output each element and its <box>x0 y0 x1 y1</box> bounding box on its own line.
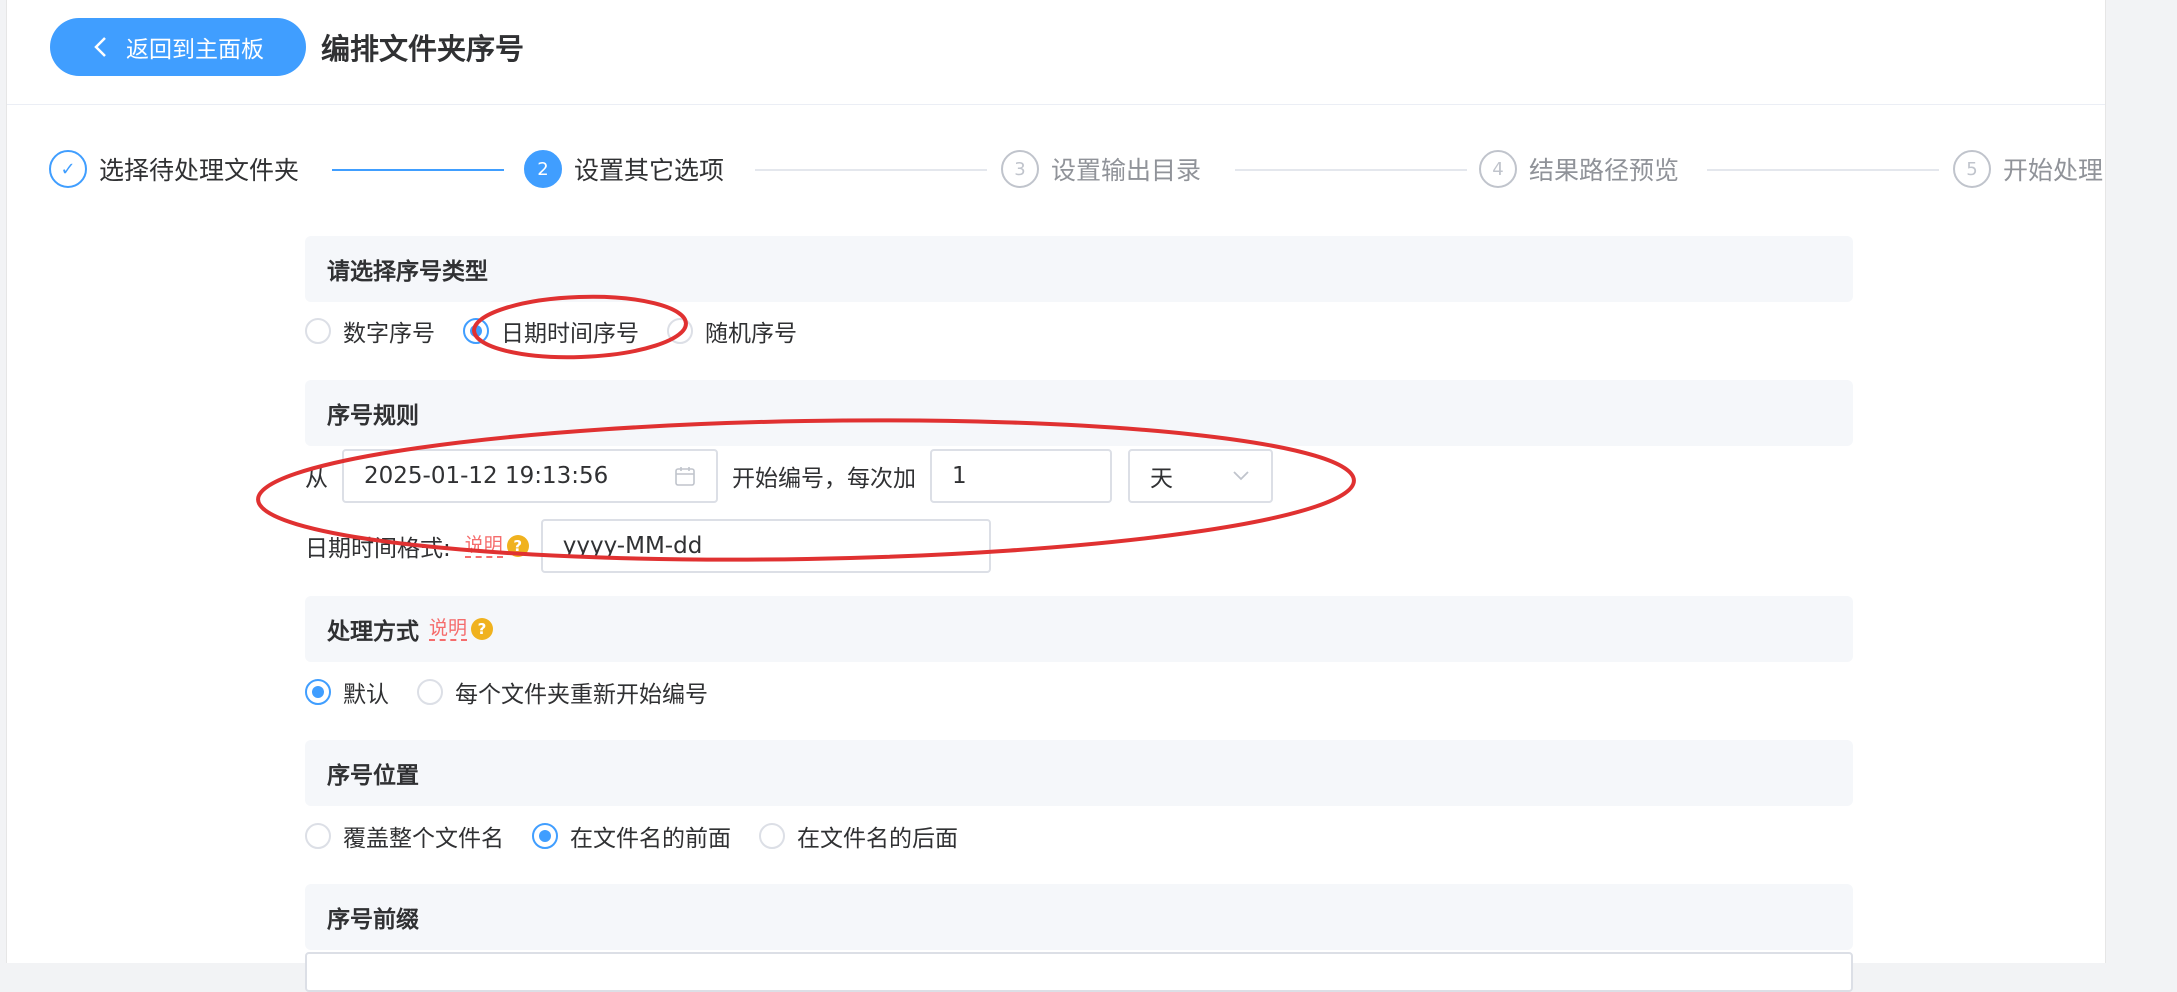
process-mode-header: 处理方式 说明 ? <box>305 596 1853 662</box>
step-3-number: 3 <box>1001 150 1039 188</box>
serial-position-title: 序号位置 <box>327 763 419 789</box>
radio-circle <box>759 823 785 849</box>
serial-type-title: 请选择序号类型 <box>327 259 488 285</box>
radio-random-serial[interactable]: 随机序号 <box>667 314 797 348</box>
datetime-format-input[interactable]: yyyy-MM-dd <box>540 519 991 573</box>
app-frame: 返回到主面板 编排文件夹序号 ✓ 选择待处理文件夹 2 设置其它选项 3 设置输… <box>6 0 2106 992</box>
radio-overwrite-filename[interactable]: 覆盖整个文件名 <box>305 819 504 853</box>
step-connector <box>1707 169 1939 171</box>
step-5[interactable]: 5 开始处理 <box>1953 150 2103 188</box>
radio-datetime-serial[interactable]: 日期时间序号 <box>463 314 639 348</box>
wizard-steps: ✓ 选择待处理文件夹 2 设置其它选项 3 设置输出目录 4 结果路径预览 5 … <box>7 130 2105 210</box>
step-3[interactable]: 3 设置输出目录 <box>1001 150 1201 188</box>
from-label: 从 <box>305 466 328 492</box>
back-button-label: 返回到主面板 <box>126 36 264 62</box>
chevron-down-icon <box>1233 471 1249 481</box>
step-4-number: 4 <box>1479 150 1517 188</box>
start-datetime-picker[interactable]: 2025-01-12 19:13:56 <box>342 449 718 503</box>
step-3-label: 设置输出目录 <box>1051 156 1202 185</box>
step-4[interactable]: 4 结果路径预览 <box>1479 150 1679 188</box>
serial-rule-title: 序号规则 <box>327 403 419 429</box>
datetime-format-row: 日期时间格式: 说明 ? yyyy-MM-dd <box>305 519 991 573</box>
datetime-format-value: yyyy-MM-dd <box>562 533 703 559</box>
check-icon: ✓ <box>49 150 87 188</box>
serial-type-options: 数字序号 日期时间序号 随机序号 <box>305 314 825 348</box>
back-to-dashboard-button[interactable]: 返回到主面板 <box>50 18 306 76</box>
serial-rule-header: 序号规则 <box>305 380 1853 446</box>
help-icon[interactable]: ? <box>471 618 494 640</box>
step-5-label: 开始处理 <box>2003 156 2104 185</box>
serial-prefix-header: 序号前缀 <box>305 884 1853 950</box>
serial-prefix-input[interactable] <box>305 952 1853 992</box>
step-connector <box>332 169 504 171</box>
process-mode-title: 处理方式 <box>327 619 419 645</box>
step-5-number: 5 <box>1953 150 1991 188</box>
radio-circle <box>305 823 331 849</box>
chevron-left-icon <box>94 37 106 57</box>
step-connector <box>755 169 987 171</box>
step-connector <box>1235 169 1467 171</box>
increment-value: 1 <box>952 463 967 489</box>
serial-prefix-title: 序号前缀 <box>327 907 419 933</box>
radio-circle <box>667 318 693 344</box>
page-header: 返回到主面板 编排文件夹序号 <box>7 0 2105 105</box>
start-datetime-value: 2025-01-12 19:13:56 <box>364 463 609 489</box>
step-2[interactable]: 2 设置其它选项 <box>524 150 724 188</box>
serial-rule-row: 从 2025-01-12 19:13:56 开始编号，每次加 1 天 <box>305 449 1273 503</box>
step-2-number: 2 <box>524 150 562 188</box>
radio-after-filename[interactable]: 在文件名的后面 <box>759 819 958 853</box>
unit-select[interactable]: 天 <box>1128 449 1273 503</box>
radio-circle <box>305 318 331 344</box>
radio-before-filename[interactable]: 在文件名的前面 <box>532 819 731 853</box>
radio-circle <box>532 823 558 849</box>
radio-circle <box>305 679 331 705</box>
step-1-label: 选择待处理文件夹 <box>99 156 300 185</box>
process-mode-help-link[interactable]: 说明 <box>429 617 468 641</box>
radio-restart-per-folder[interactable]: 每个文件夹重新开始编号 <box>417 675 708 709</box>
radio-default-mode[interactable]: 默认 <box>305 675 389 709</box>
calendar-icon <box>675 467 695 486</box>
increment-input[interactable]: 1 <box>930 449 1112 503</box>
process-mode-options: 默认 每个文件夹重新开始编号 <box>305 675 736 709</box>
serial-position-options: 覆盖整个文件名 在文件名的前面 在文件名的后面 <box>305 819 986 853</box>
help-icon[interactable]: ? <box>506 535 529 557</box>
radio-circle <box>463 318 489 344</box>
step-4-label: 结果路径预览 <box>1529 156 1680 185</box>
step-1[interactable]: ✓ 选择待处理文件夹 <box>49 150 299 188</box>
serial-type-header: 请选择序号类型 <box>305 236 1853 302</box>
step-2-label: 设置其它选项 <box>574 156 725 185</box>
radio-circle <box>417 679 443 705</box>
format-help-link[interactable]: 说明 <box>464 534 503 558</box>
unit-value: 天 <box>1150 466 1173 492</box>
serial-position-header: 序号位置 <box>305 740 1853 806</box>
radio-numeric-serial[interactable]: 数字序号 <box>305 314 435 348</box>
increment-label: 开始编号，每次加 <box>732 466 916 492</box>
format-label: 日期时间格式: <box>305 536 451 562</box>
page-title: 编排文件夹序号 <box>321 32 525 66</box>
